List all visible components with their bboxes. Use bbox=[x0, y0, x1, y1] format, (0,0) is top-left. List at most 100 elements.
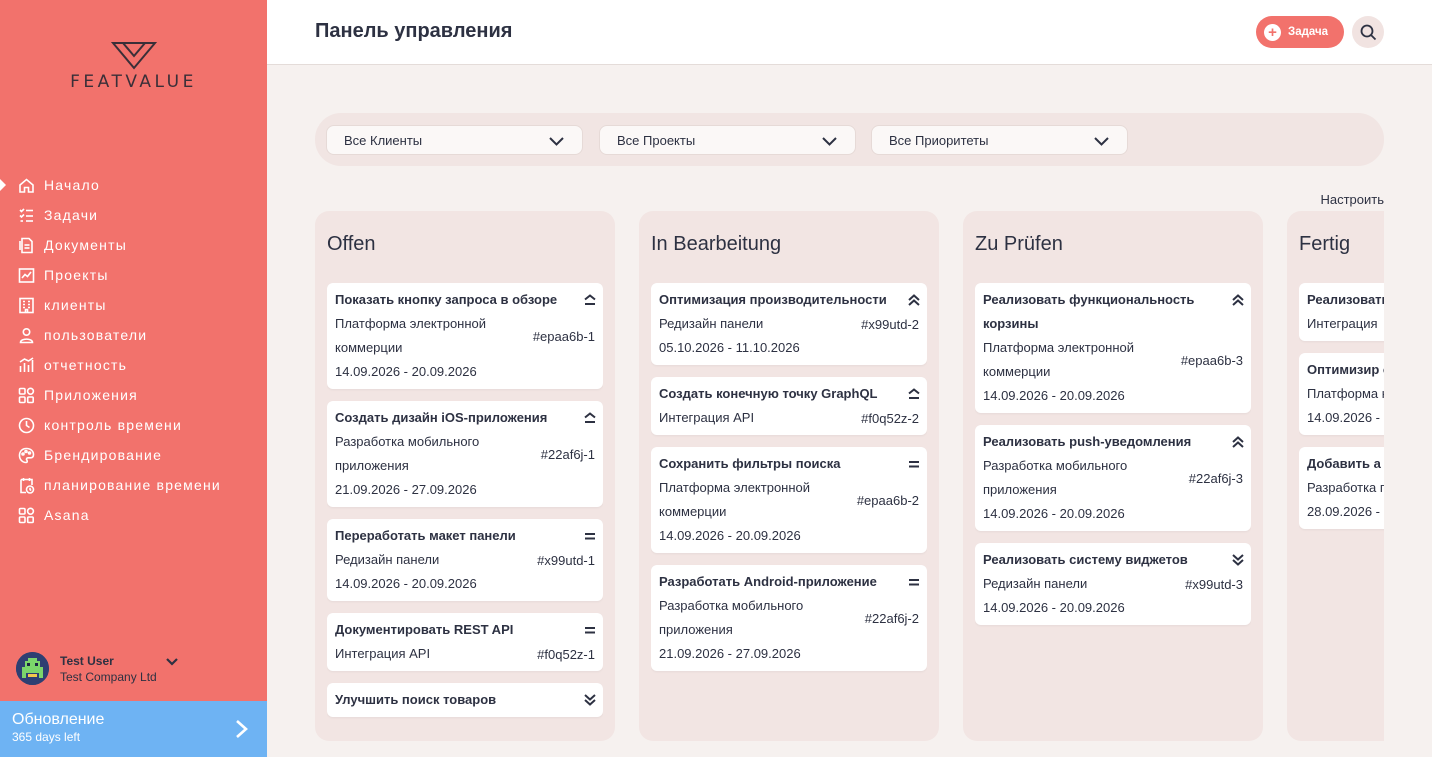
task-project: Разработка мобильного приложения bbox=[335, 434, 480, 473]
task-project: Интеграция API bbox=[335, 646, 431, 661]
sidebar-item-10[interactable]: Брендирование bbox=[0, 440, 267, 470]
tasks-icon bbox=[16, 205, 36, 225]
task-title: Показать кнопку запроса в обзоре bbox=[335, 292, 558, 307]
priority-filter-value: Все Приоритеты bbox=[889, 132, 989, 148]
sidebar-item-3[interactable]: Документы bbox=[0, 230, 267, 260]
sidebar-item-6[interactable]: пользователи bbox=[0, 320, 267, 350]
task-id: #x99utd-3 bbox=[1185, 576, 1243, 592]
task-id: #22af6j-2 bbox=[864, 610, 919, 626]
task-card[interactable]: Реализовать функциональность корзины Плат… bbox=[975, 283, 1251, 413]
task-dates: 28.09.2026 - bbox=[1307, 504, 1381, 519]
home-icon bbox=[16, 175, 36, 195]
sidebar-item-label: Задачи bbox=[44, 207, 99, 223]
task-project: Интеграция API bbox=[659, 410, 755, 425]
sidebar-item-9[interactable]: контроль времени bbox=[0, 410, 267, 440]
client-filter-select[interactable]: Все Клиенты bbox=[326, 125, 583, 155]
sidebar-item-label: Проекты bbox=[44, 267, 109, 283]
user-company: Test Company Ltd bbox=[60, 669, 157, 684]
task-title: Сохранить фильтры поиска bbox=[659, 456, 841, 471]
sidebar-item-1[interactable]: Начало bbox=[0, 170, 267, 200]
task-card[interactable]: Создать дизайн iOS-приложения Разработка … bbox=[327, 401, 603, 507]
add-task-button[interactable]: + Задача bbox=[1256, 16, 1344, 48]
task-card[interactable]: Добавить а Разработка приложени 28.09.2026… bbox=[1299, 447, 1384, 529]
palette-icon bbox=[16, 445, 36, 465]
task-title: Реализовать частоты за bbox=[1307, 292, 1384, 307]
sidebar-item-2[interactable]: Задачи bbox=[0, 200, 267, 230]
top-header: Панель управления + Задача bbox=[267, 0, 1432, 65]
task-project: Редизайн панели bbox=[659, 316, 764, 331]
priority-lowest-icon bbox=[583, 693, 597, 707]
sidebar-item-label: Asana bbox=[44, 507, 90, 523]
search-button[interactable] bbox=[1352, 16, 1384, 48]
task-card[interactable]: Оптимизир оформлен Платформа коммерции 14.… bbox=[1299, 353, 1384, 435]
priority-highest-icon bbox=[907, 293, 921, 307]
search-icon bbox=[1360, 24, 1376, 40]
task-card[interactable]: Показать кнопку запроса в обзоре Платформ… bbox=[327, 283, 603, 389]
task-title: Переработать макет панели bbox=[335, 528, 516, 543]
user-menu[interactable]: Test User Test Company Ltd bbox=[16, 652, 179, 685]
board-column-4: Fertig Реализовать частоты за Интеграция Оп… bbox=[1287, 211, 1384, 741]
project-filter-value: Все Проекты bbox=[617, 132, 696, 148]
column-title: Offen bbox=[327, 233, 376, 255]
chevron-down-icon[interactable] bbox=[165, 654, 179, 673]
board-column-2: In Bearbeitung Оптимизация производительн… bbox=[639, 211, 939, 741]
task-card[interactable]: Реализовать систему виджетов Редизайн пан… bbox=[975, 543, 1251, 625]
task-title: Оптимизир оформлен bbox=[1307, 362, 1384, 377]
task-card[interactable]: Создать конечную точку GraphQL Интеграция… bbox=[651, 377, 927, 435]
sidebar-item-11[interactable]: планирование времени bbox=[0, 470, 267, 500]
priority-lowest-icon bbox=[1231, 553, 1245, 567]
configure-link[interactable]: Настроить bbox=[1296, 192, 1384, 207]
task-title: Разработать Android-приложение bbox=[659, 574, 877, 589]
sidebar-item-label: отчетность bbox=[44, 357, 128, 373]
task-title: Реализовать функциональность корзины bbox=[983, 292, 1195, 331]
task-id: #epaa6b-3 bbox=[1180, 352, 1243, 368]
documents-icon bbox=[16, 235, 36, 255]
task-dates: 14.09.2026 - 20.09.2026 bbox=[659, 528, 801, 543]
task-card[interactable]: Реализовать частоты за Интеграция bbox=[1299, 283, 1384, 341]
priority-highest-icon bbox=[1231, 293, 1245, 307]
task-title: Реализовать push-уведомления bbox=[983, 434, 1192, 449]
task-card[interactable]: Оптимизация производительности Редизайн п… bbox=[651, 283, 927, 365]
task-title: Документировать REST API bbox=[335, 622, 514, 637]
filter-bar: Все Клиенты Все Проекты Все Приоритеты bbox=[315, 113, 1384, 166]
task-project: Интеграция bbox=[1307, 316, 1378, 331]
upgrade-banner[interactable]: Обновление 365 days left bbox=[0, 701, 267, 757]
task-id: #f0q52z-2 bbox=[861, 410, 919, 426]
priority-filter-select[interactable]: Все Приоритеты bbox=[871, 125, 1128, 155]
task-title: Создать дизайн iOS-приложения bbox=[335, 410, 548, 425]
column-cards: Показать кнопку запроса в обзоре Платформ… bbox=[327, 283, 603, 729]
task-project: Платформа коммерции bbox=[1307, 386, 1384, 401]
sidebar-item-8[interactable]: Приложения bbox=[0, 380, 267, 410]
task-card[interactable]: Разработать Android-приложение Разработка… bbox=[651, 565, 927, 671]
sidebar-item-4[interactable]: Проекты bbox=[0, 260, 267, 290]
sidebar-item-7[interactable]: отчетность bbox=[0, 350, 267, 380]
chevron-down-icon bbox=[549, 137, 564, 146]
task-id: #22af6j-3 bbox=[1188, 470, 1243, 486]
apps-icon bbox=[16, 505, 36, 525]
task-card[interactable]: Улучшить поиск товаров bbox=[327, 683, 603, 717]
column-title: In Bearbeitung bbox=[651, 233, 782, 255]
clock-icon bbox=[16, 415, 36, 435]
brand-logo[interactable]: FEATVALUE bbox=[0, 40, 267, 92]
project-filter-select[interactable]: Все Проекты bbox=[599, 125, 856, 155]
task-card[interactable]: Сохранить фильтры поиска Платформа электр… bbox=[651, 447, 927, 553]
brand-name: FEATVALUE bbox=[70, 72, 197, 92]
plus-icon: + bbox=[1264, 23, 1281, 41]
user-icon bbox=[16, 325, 36, 345]
task-project: Платформа электронной коммерции bbox=[659, 480, 811, 519]
task-card[interactable]: Переработать макет панели Редизайн панели… bbox=[327, 519, 603, 601]
sidebar-item-label: клиенты bbox=[44, 297, 107, 313]
priority-medium-icon bbox=[907, 575, 921, 589]
priority-medium-icon bbox=[907, 457, 921, 471]
priority-medium-icon bbox=[583, 623, 597, 637]
task-project: Разработка мобильного приложения bbox=[983, 458, 1128, 497]
task-dates: 14.09.2026 - 20.09.2026 bbox=[983, 506, 1125, 521]
sidebar-item-label: Брендирование bbox=[44, 447, 163, 463]
priority-high-icon bbox=[907, 387, 921, 401]
sidebar-item-5[interactable]: клиенты bbox=[0, 290, 267, 320]
task-card[interactable]: Реализовать push-уведомления Разработка м… bbox=[975, 425, 1251, 531]
sidebar-item-12[interactable]: Asana bbox=[0, 500, 267, 530]
sidebar-item-label: Приложения bbox=[44, 387, 138, 403]
task-dates: 14.09.2026 - 20.09.2026 bbox=[983, 600, 1125, 615]
task-card[interactable]: Документировать REST API Интеграция API #f… bbox=[327, 613, 603, 671]
